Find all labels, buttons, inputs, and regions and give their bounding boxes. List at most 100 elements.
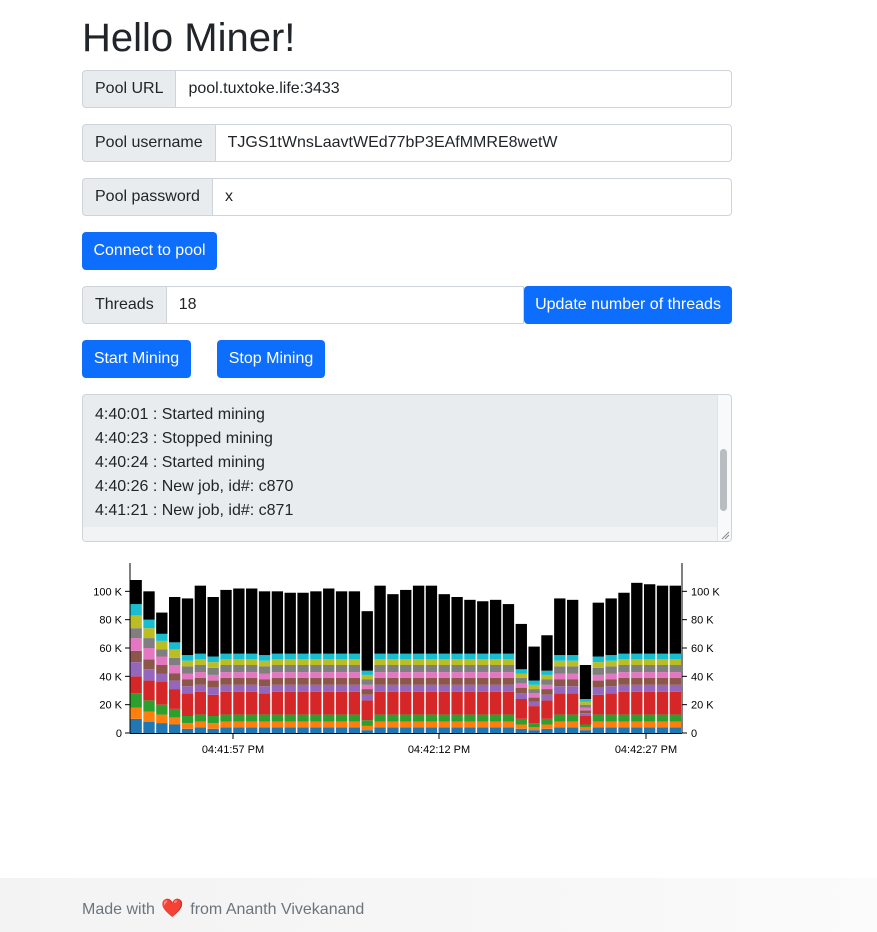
chart-bars	[130, 580, 681, 733]
bar-segment	[374, 653, 386, 660]
bar-segment	[528, 697, 540, 702]
bar-segment	[348, 677, 361, 685]
bar-segment	[348, 721, 361, 728]
threads-group: Threads	[82, 286, 524, 324]
update-threads-button[interactable]: Update number of threads	[524, 286, 732, 324]
bar-segment	[207, 716, 219, 724]
bar-segment	[566, 599, 579, 656]
bar-segment	[361, 694, 373, 701]
bar-segment	[220, 659, 232, 665]
bar-segment	[271, 691, 284, 715]
bar-segment	[323, 665, 335, 673]
bar-segment	[297, 727, 309, 733]
bar-segment	[464, 727, 476, 733]
y-tick-label-right: 40 K	[691, 671, 714, 683]
bar-segment	[258, 660, 271, 667]
bar-segment	[592, 602, 604, 657]
bar-segment	[554, 673, 566, 680]
bar-segment	[297, 665, 309, 673]
bar-segment	[181, 723, 194, 729]
bar-segment	[489, 721, 502, 728]
bar-segment	[130, 662, 142, 677]
bar-segment	[156, 665, 168, 674]
bar-segment	[220, 691, 232, 715]
bar-segment	[425, 721, 438, 728]
bar-segment	[348, 727, 361, 733]
bar-segment	[554, 679, 566, 687]
y-tick-label-right: 100 K	[691, 586, 720, 598]
bar-segment	[348, 659, 361, 665]
bar-segment	[130, 604, 142, 616]
bar-segment	[541, 689, 553, 695]
stop-mining-button[interactable]: Stop Mining	[217, 340, 325, 378]
bar-segment	[502, 672, 515, 678]
bar-segment	[258, 693, 271, 715]
log-scrollbar[interactable]	[717, 395, 731, 541]
bar-segment	[130, 638, 142, 651]
bar-segment	[412, 653, 425, 660]
bar-segment	[515, 683, 527, 688]
bar-segment	[310, 684, 322, 692]
bar-segment	[156, 656, 168, 665]
bar-segment	[656, 677, 669, 685]
bar-segment	[284, 684, 296, 692]
bar-segment	[412, 684, 425, 692]
bar-segment	[464, 721, 476, 728]
bar-segment	[387, 672, 399, 678]
bar-segment	[541, 694, 553, 701]
bar-segment	[464, 659, 476, 665]
bar-segment	[412, 672, 425, 678]
bar-segment	[554, 666, 566, 674]
log-bottom-padding	[83, 527, 717, 541]
bar-segment	[271, 684, 284, 692]
bar-segment	[554, 655, 566, 661]
bar-segment	[271, 721, 284, 728]
pool-username-input[interactable]	[214, 124, 732, 162]
threads-input[interactable]	[165, 286, 524, 324]
bar-segment	[156, 682, 168, 705]
bar-segment	[194, 684, 207, 692]
bar-segment	[335, 653, 348, 660]
bar-segment	[233, 653, 245, 660]
bar-segment	[246, 684, 258, 692]
bar-segment	[246, 672, 258, 678]
start-mining-button[interactable]: Start Mining	[82, 340, 191, 378]
bar-segment	[502, 691, 515, 715]
bar-segment	[579, 665, 592, 699]
bar-segment	[258, 679, 271, 687]
bar-segment	[207, 728, 219, 733]
log-textarea[interactable]: 4:40:01 : Started mining 4:40:23 : Stopp…	[82, 394, 732, 542]
bar-segment	[528, 730, 540, 733]
bar-segment	[284, 659, 296, 665]
connect-pool-button[interactable]: Connect to pool	[82, 232, 217, 270]
bar-segment	[284, 653, 296, 660]
bar-segment	[130, 650, 142, 663]
bar-segment	[477, 665, 489, 673]
threads-label: Threads	[82, 286, 166, 324]
bar-segment	[335, 665, 348, 673]
bar-segment	[425, 653, 438, 660]
pool-password-input[interactable]	[211, 178, 732, 216]
bar-segment	[554, 598, 566, 656]
bar-segment	[374, 659, 386, 665]
bar-segment	[451, 659, 463, 665]
y-tick-label-right: 80 K	[691, 615, 714, 627]
bar-segment	[643, 672, 656, 678]
pool-url-input[interactable]	[175, 70, 732, 108]
bar-segment	[374, 684, 386, 692]
bar-segment	[489, 714, 502, 722]
bar-segment	[284, 714, 296, 722]
bar-segment	[181, 728, 194, 733]
bar-segment	[284, 691, 296, 715]
log-scrollbar-thumb[interactable]	[720, 449, 727, 511]
resize-handle-icon[interactable]	[720, 530, 730, 540]
bar-segment	[323, 727, 335, 733]
bar-segment	[643, 653, 656, 660]
bar-segment	[502, 604, 515, 654]
bar-segment	[592, 662, 604, 668]
bar-segment	[348, 653, 361, 660]
bar-segment	[579, 727, 592, 731]
bar-segment	[361, 670, 373, 675]
bar-segment	[515, 677, 527, 684]
bar-segment	[438, 684, 450, 692]
